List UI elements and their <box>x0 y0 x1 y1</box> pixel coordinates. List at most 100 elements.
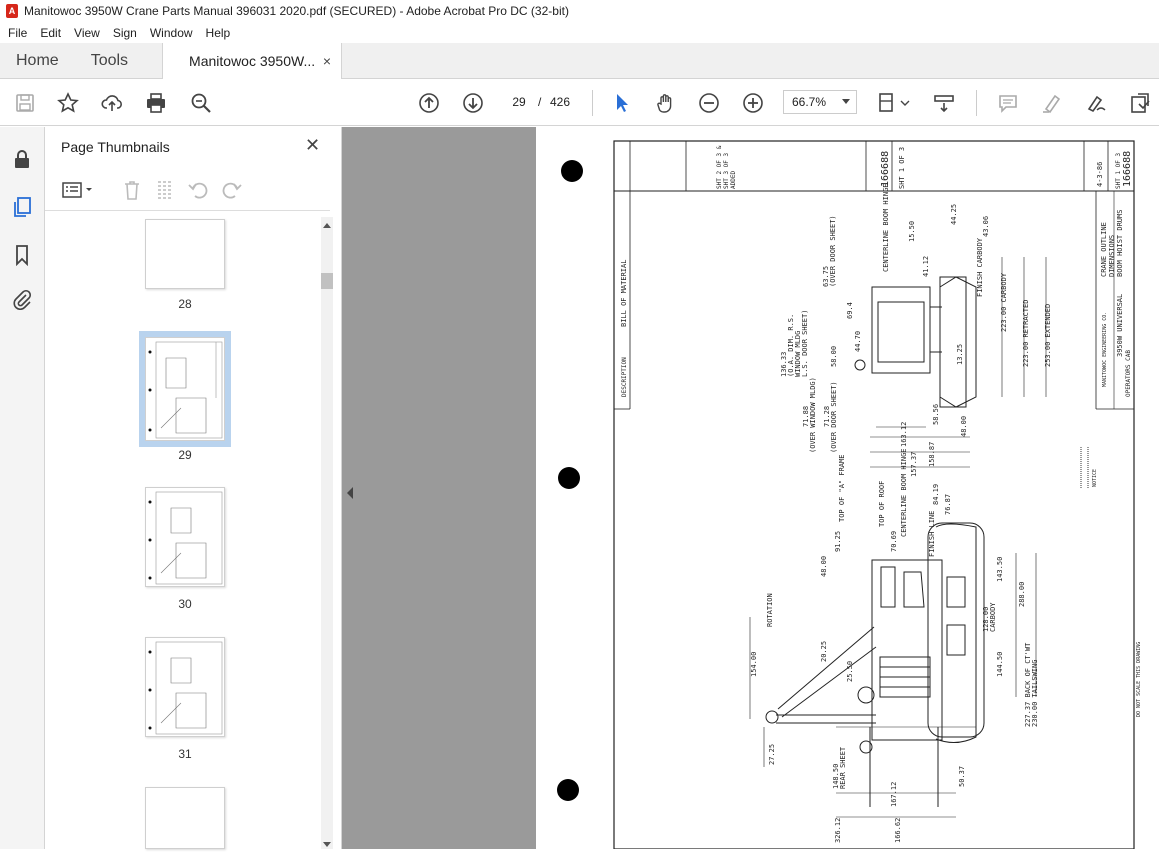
menu-help[interactable]: Help <box>206 26 231 40</box>
cloud-upload-icon[interactable] <box>100 91 124 115</box>
tab-bar: Home Tools Manitowoc 3950W... × <box>0 43 1159 79</box>
bill-of-material: BILL OF MATERIAL <box>620 260 628 327</box>
svg-text:84.19: 84.19 <box>932 484 940 505</box>
tab-close-icon[interactable]: × <box>323 53 331 69</box>
svg-text:43.06: 43.06 <box>982 216 990 237</box>
thumbnail-page-30[interactable] <box>145 487 225 587</box>
tab-document[interactable]: Manitowoc 3950W... × <box>162 43 343 79</box>
svg-text:158.87: 158.87 <box>928 442 936 467</box>
page-number-input[interactable] <box>505 90 533 114</box>
toolbar <box>0 80 1159 126</box>
svg-text:58.00: 58.00 <box>830 346 838 367</box>
svg-text:27.25: 27.25 <box>768 744 776 765</box>
page-thumbnails-icon[interactable] <box>10 195 34 219</box>
delete-icon[interactable] <box>121 179 143 201</box>
chevron-down-icon <box>842 99 850 104</box>
label-rear-sheet: REAR SHEET <box>839 746 847 789</box>
sheet-number-top: SHT 1 OF 3 <box>898 147 906 189</box>
star-icon[interactable] <box>56 91 80 115</box>
save-icon[interactable] <box>13 91 37 115</box>
notice: NOTICE <box>1092 469 1098 487</box>
svg-text:25.50: 25.50 <box>846 661 854 682</box>
svg-text:ADDED: ADDED <box>730 171 737 189</box>
close-icon[interactable]: ✕ <box>305 135 320 156</box>
zoom-search-icon[interactable] <box>189 91 213 115</box>
acrobat-app-icon: A <box>6 4 18 18</box>
print-icon[interactable] <box>144 91 168 115</box>
svg-text:326.12: 326.12 <box>834 818 842 843</box>
menu-file[interactable]: File <box>8 26 27 40</box>
title-block-line1: CRANE OUTLINE <box>1100 222 1108 277</box>
svg-text:167.12: 167.12 <box>890 782 898 807</box>
revision-note: SHT 2 OF 3 & <box>716 145 723 189</box>
collapse-panel-icon[interactable] <box>347 487 353 499</box>
zoom-dropdown[interactable]: 66.7% <box>783 90 857 114</box>
scrolling-mode-icon[interactable] <box>932 91 956 115</box>
thumbnail-page-32[interactable] <box>145 787 225 849</box>
svg-text:(OVER DOOR SHEET): (OVER DOOR SHEET) <box>830 381 838 453</box>
svg-text:CARBODY: CARBODY <box>989 602 997 632</box>
svg-text:166.62: 166.62 <box>894 818 902 843</box>
thumbnail-label-30: 30 <box>178 597 192 611</box>
zoom-out-icon[interactable] <box>697 91 721 115</box>
svg-text:70.69: 70.69 <box>890 531 898 552</box>
menu-view[interactable]: View <box>74 26 100 40</box>
svg-text:48.00: 48.00 <box>960 416 968 437</box>
menu-window[interactable]: Window <box>150 26 193 40</box>
svg-text:DIMENSIONS: DIMENSIONS <box>1108 235 1116 277</box>
menu-sign[interactable]: Sign <box>113 26 137 40</box>
select-cursor-icon[interactable] <box>610 91 634 115</box>
extract-pages-icon[interactable] <box>154 179 176 201</box>
hand-tool-icon[interactable] <box>654 91 678 115</box>
pdf-page[interactable]: SHT 2 OF 3 & SHT 3 OF 3 ADDED 166688 SHT… <box>536 127 1159 850</box>
bookmark-icon[interactable] <box>10 243 34 267</box>
thumbnail-page-31[interactable] <box>145 637 225 737</box>
sign-pen-icon[interactable] <box>1084 91 1108 115</box>
punch-hole <box>561 160 583 182</box>
menu-edit[interactable]: Edit <box>40 26 61 40</box>
menu-bar: File Edit View Sign Window Help <box>0 22 1159 43</box>
page-fit-icon[interactable] <box>876 91 912 115</box>
more-tools-icon[interactable] <box>1128 91 1152 115</box>
thumbnail-label-31: 31 <box>178 747 192 761</box>
rotate-right-icon[interactable] <box>221 179 243 201</box>
description-header: DESCRIPTION <box>621 357 628 397</box>
svg-text:13.25: 13.25 <box>956 344 964 365</box>
tab-tools[interactable]: Tools <box>75 43 144 79</box>
svg-text:166688: 166688 <box>1122 151 1133 187</box>
drawing-number-top: 166688 <box>880 151 891 187</box>
punch-hole <box>557 779 579 801</box>
thumbnail-options-icon[interactable] <box>61 179 95 201</box>
label-over-window-mldg: (OVER WINDOW MLDG) <box>809 377 817 453</box>
thumbnail-label-29: 29 <box>178 448 192 462</box>
svg-text:SHT 3 OF 3: SHT 3 OF 3 <box>723 152 730 189</box>
comment-icon[interactable] <box>996 91 1020 115</box>
highlight-pen-icon[interactable] <box>1040 91 1064 115</box>
next-page-icon[interactable] <box>461 91 485 115</box>
svg-text:163.12: 163.12 <box>900 422 908 447</box>
previous-page-icon[interactable] <box>417 91 441 115</box>
zoom-in-icon[interactable] <box>741 91 765 115</box>
label-rotation: ROTATION <box>766 593 774 627</box>
svg-text:CENTERLINE BOOM HINGE: CENTERLINE BOOM HINGE <box>900 448 908 537</box>
svg-text:BOOM HOIST DRUMS: BOOM HOIST DRUMS <box>1116 210 1124 277</box>
punch-hole <box>558 467 580 489</box>
scrollbar-thumb[interactable] <box>321 273 333 289</box>
attachment-icon[interactable] <box>10 287 34 311</box>
label-top-of-a-frame: TOP OF "A" FRAME <box>838 455 846 522</box>
do-not-scale: DO NOT SCALE THIS DRAWING <box>1136 642 1142 717</box>
lock-icon[interactable] <box>10 147 34 171</box>
thumbnail-label-28: 28 <box>178 297 192 311</box>
tab-home[interactable]: Home <box>0 43 75 79</box>
thumbnail-scrollbar[interactable] <box>321 217 333 849</box>
rotate-left-icon[interactable] <box>187 179 209 201</box>
svg-text:50.37: 50.37 <box>958 766 966 787</box>
svg-text:20.25: 20.25 <box>820 641 828 662</box>
svg-text:91.25: 91.25 <box>834 531 842 552</box>
svg-text:58.56: 58.56 <box>932 404 940 425</box>
total-pages: 426 <box>550 95 571 109</box>
thumbnail-page-29[interactable] <box>139 331 231 447</box>
svg-text:L.S. DOOR SHEET): L.S. DOOR SHEET) <box>801 310 809 377</box>
thumbnail-page-28[interactable] <box>145 219 225 289</box>
svg-text:76.87: 76.87 <box>944 494 952 515</box>
